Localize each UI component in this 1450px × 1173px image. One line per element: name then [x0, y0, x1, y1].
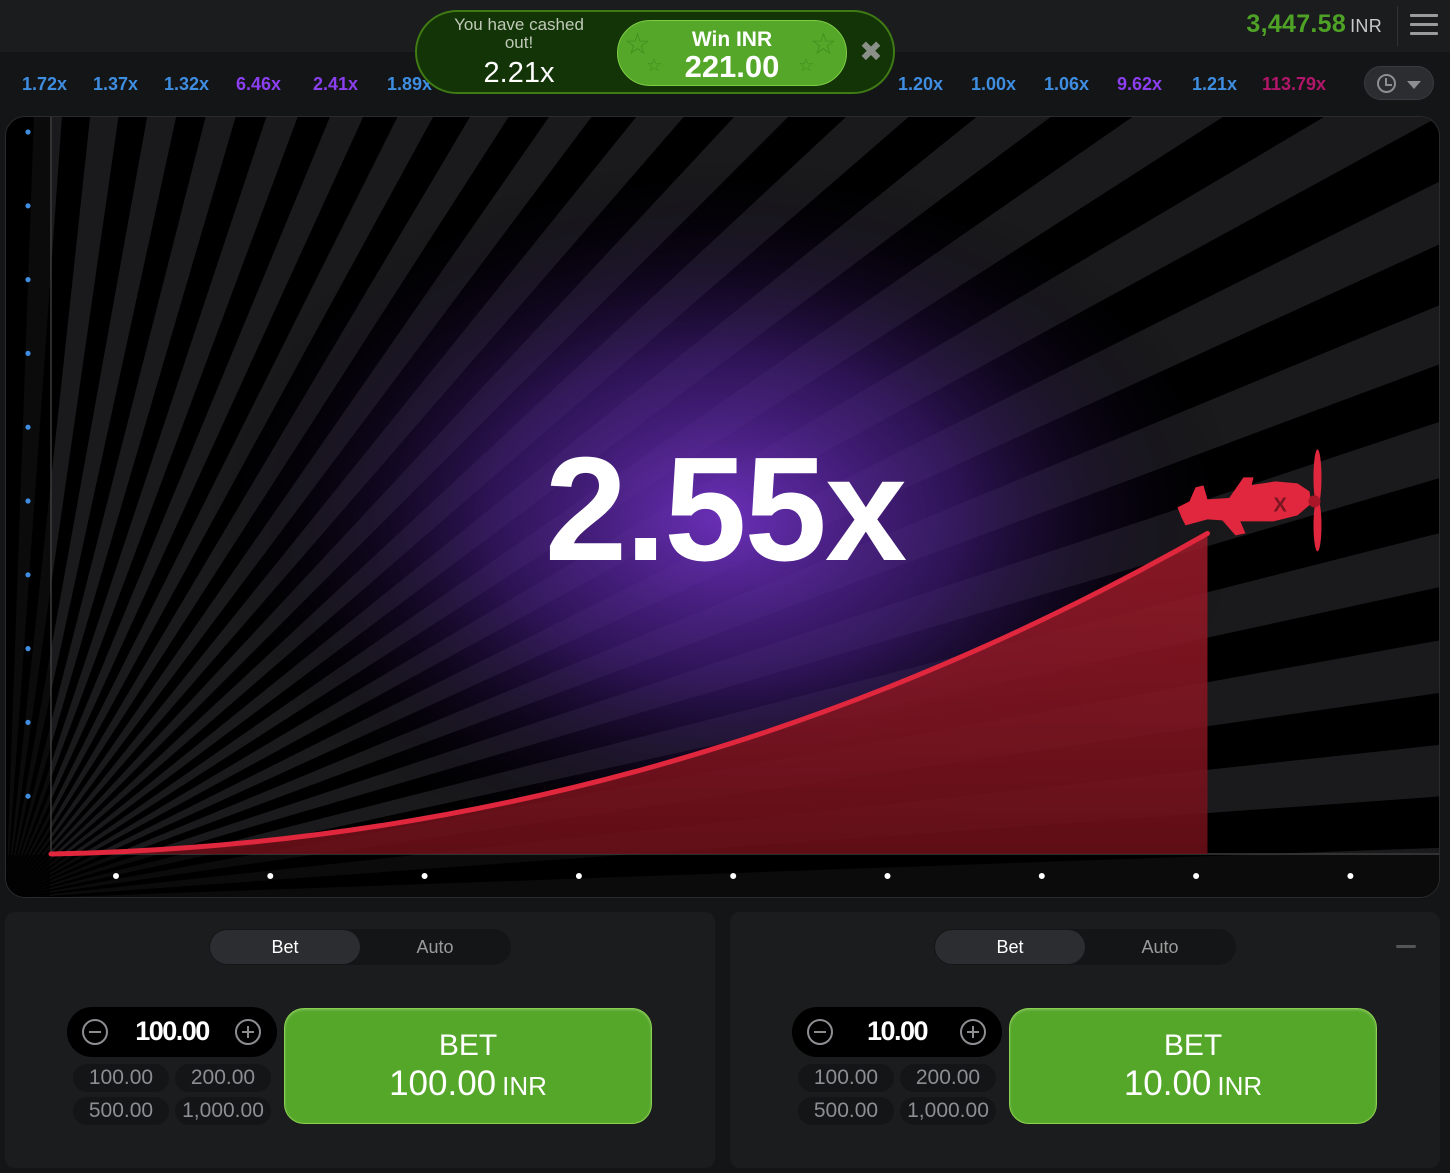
- menu-icon: [1410, 14, 1438, 17]
- stake-input[interactable]: 10.00: [836, 1016, 958, 1047]
- history-multiplier: 1.37x: [93, 74, 139, 94]
- y-axis-dot: [25, 129, 31, 135]
- bet-panel-1: Bet Auto 100.00 100.00 200.00 500.00 1,0…: [5, 912, 715, 1168]
- header-divider: [1397, 6, 1398, 46]
- history-multiplier: 1.20x: [898, 74, 944, 94]
- stake-input[interactable]: 100.00: [111, 1016, 233, 1047]
- tab-bet[interactable]: Bet: [210, 930, 360, 964]
- tab-auto[interactable]: Auto: [1085, 930, 1235, 964]
- game-stage: X 2.55x: [5, 116, 1440, 898]
- bet-button-amount: 100.00 INR: [389, 1064, 547, 1103]
- tab-bet[interactable]: Bet: [935, 930, 1085, 964]
- quick-stake-button[interactable]: 200.00: [175, 1064, 271, 1092]
- history-multiplier: 1.06x: [1044, 74, 1090, 94]
- balance-amount: 3,447.58: [1246, 10, 1347, 38]
- minus-icon[interactable]: [82, 1019, 108, 1045]
- bet-button[interactable]: BET 10.00 INR: [1009, 1008, 1377, 1124]
- y-axis-dot: [25, 646, 31, 652]
- menu-button[interactable]: [1410, 14, 1440, 36]
- x-axis-dot: [884, 873, 891, 879]
- y-axis-dot: [25, 277, 31, 283]
- chevron-down-icon: [1407, 81, 1421, 89]
- current-multiplier: 2.55x: [544, 427, 907, 592]
- balance-currency: INR: [1350, 16, 1382, 36]
- x-axis-dot: [267, 873, 274, 879]
- x-axis-band: [6, 855, 1439, 897]
- cashout-message: You have cashed out!: [454, 15, 584, 52]
- bet-mode-tabs: Bet Auto: [209, 929, 511, 965]
- plus-icon[interactable]: [235, 1019, 261, 1045]
- minus-icon[interactable]: [807, 1019, 833, 1045]
- history-multiplier: 6.46x: [236, 74, 282, 94]
- quick-stake-button[interactable]: 100.00: [73, 1064, 169, 1092]
- x-axis-dot: [1038, 873, 1045, 879]
- bet-button[interactable]: BET 100.00 INR: [284, 1008, 652, 1124]
- x-axis-dot: [730, 873, 737, 879]
- x-axis-dot: [113, 873, 119, 879]
- history-multiplier: 1.72x: [22, 74, 68, 94]
- close-icon[interactable]: ✖: [857, 38, 885, 66]
- x-axis-dot: [575, 873, 582, 879]
- bet-button-amount: 10.00 INR: [1123, 1064, 1263, 1103]
- win-badge: ☆ ☆ ☆ ☆ Win INR 221.00: [617, 20, 847, 86]
- tab-auto[interactable]: Auto: [360, 930, 510, 964]
- balance-display: 3,447.58 INR: [1246, 10, 1382, 39]
- x-axis-dot: [421, 873, 428, 879]
- bet-button-label: BET: [438, 1029, 498, 1062]
- history-multiplier: 1.00x: [971, 74, 1017, 94]
- y-axis-dot: [25, 203, 31, 209]
- quick-stake-button[interactable]: 1,000.00: [175, 1097, 271, 1125]
- cashout-multiplier: 2.21x: [483, 57, 555, 89]
- bet-mode-tabs: Bet Auto: [934, 929, 1236, 965]
- stake-stepper: 100.00: [67, 1007, 277, 1057]
- bet-button-label: BET: [1163, 1029, 1223, 1062]
- quick-stake-button[interactable]: 100.00: [798, 1064, 894, 1092]
- history-multiplier: 2.41x: [313, 74, 359, 94]
- y-axis-dot: [25, 424, 31, 430]
- stake-stepper: 10.00: [792, 1007, 1002, 1057]
- history-clock-icon: [1377, 74, 1396, 93]
- history-multiplier: 1.21x: [1192, 74, 1238, 94]
- aviator-game: 3,447.58 INR 1.72x 1.37x 1.32x 6.46x 2.41…: [0, 0, 1450, 1173]
- quick-stake-button[interactable]: 500.00: [73, 1097, 169, 1125]
- y-axis-dot: [25, 793, 31, 799]
- quick-stake-button[interactable]: 1,000.00: [900, 1097, 996, 1125]
- quick-stake-button[interactable]: 500.00: [798, 1097, 894, 1125]
- win-amount: 221.00: [684, 49, 780, 84]
- history-multiplier: 9.62x: [1117, 74, 1163, 94]
- quick-stake-button[interactable]: 200.00: [900, 1064, 996, 1092]
- bet-panel-2: Bet Auto 10.00 100.00 200.00 500.00 1,00…: [730, 912, 1440, 1168]
- remove-panel-button[interactable]: [1388, 932, 1424, 962]
- history-dropdown-button[interactable]: [1364, 66, 1434, 100]
- plus-icon[interactable]: [960, 1019, 986, 1045]
- x-axis-dot: [1193, 873, 1200, 879]
- y-axis-dot: [25, 350, 31, 356]
- history-multiplier: 113.79x: [1262, 74, 1327, 94]
- x-axis-dot: [1347, 873, 1354, 879]
- y-axis-dot: [25, 719, 31, 726]
- cashout-toast: You have cashed out! 2.21x ☆ ☆ ☆ ☆ Win I…: [415, 10, 895, 94]
- history-multiplier: 1.32x: [164, 74, 210, 94]
